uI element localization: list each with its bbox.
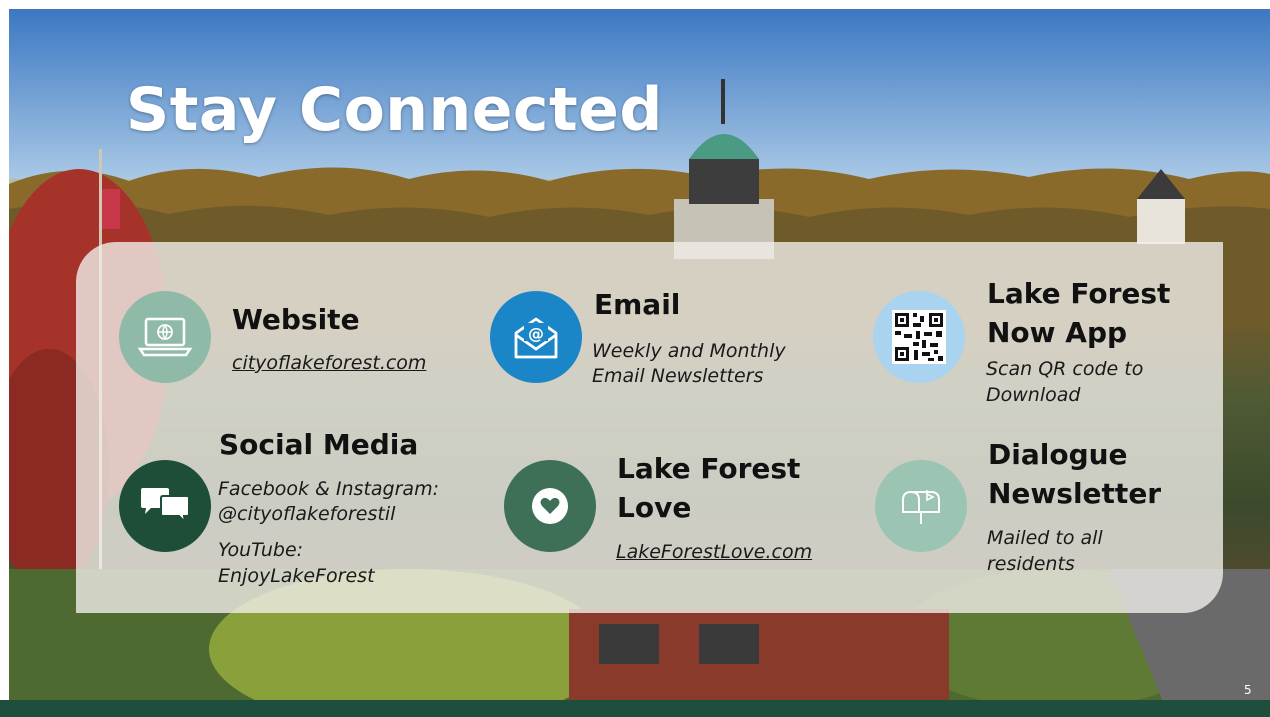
dialogue-line-2: residents: [987, 553, 1075, 575]
love-icon-circle: [504, 460, 596, 552]
email-heading: Email: [594, 288, 681, 321]
slide: Stay Connected Website cityoflakeforest.…: [9, 9, 1270, 717]
love-heading-line-2: Love: [617, 491, 692, 524]
envelope-at-icon: @: [514, 317, 558, 359]
email-line-2: Email Newsletters: [592, 365, 764, 387]
footer-bar: [0, 700, 1270, 717]
qr-code-icon: [892, 310, 946, 364]
app-heading-line-2: Now App: [987, 316, 1128, 349]
mailbox-icon: [902, 490, 940, 524]
slide-title: Stay Connected: [126, 75, 663, 145]
email-line-1: Weekly and Monthly: [592, 340, 786, 362]
love-heading-line-1: Lake Forest: [617, 452, 801, 485]
love-link[interactable]: LakeForestLove.com: [616, 540, 812, 565]
website-link[interactable]: cityoflakeforest.com: [232, 351, 426, 376]
app-icon-circle: [873, 291, 965, 383]
dialogue-heading-line-1: Dialogue: [988, 438, 1128, 471]
social-icon-circle: [119, 460, 211, 552]
app-line-2: Download: [986, 384, 1081, 406]
dialogue-icon-circle: [875, 460, 967, 552]
social-line-3: YouTube:: [218, 539, 304, 561]
website-heading: Website: [232, 303, 360, 336]
page-number: 5: [1244, 683, 1252, 697]
app-line-1: Scan QR code to: [986, 358, 1144, 380]
app-heading-line-1: Lake Forest: [987, 277, 1171, 310]
social-line-4: EnjoyLakeForest: [218, 565, 375, 587]
chat-bubbles-icon: [141, 488, 190, 525]
svg-text:@: @: [528, 324, 544, 343]
website-icon-circle: [119, 291, 211, 383]
social-heading: Social Media: [219, 428, 419, 461]
dialogue-heading-line-2: Newsletter: [988, 477, 1162, 510]
email-icon-circle: @: [490, 291, 582, 383]
dialogue-line-1: Mailed to all: [987, 527, 1103, 549]
laptop-globe-icon: [137, 317, 193, 357]
heart-icon: [532, 488, 568, 524]
social-line-1: Facebook & Instagram:: [218, 478, 439, 500]
social-line-2: @cityoflakeforestil: [218, 503, 396, 525]
